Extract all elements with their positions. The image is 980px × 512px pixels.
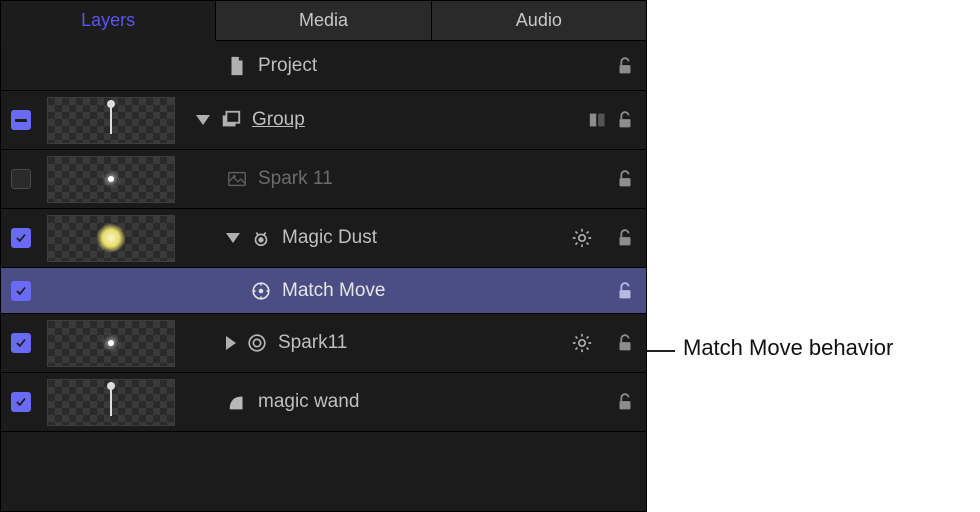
layer-thumbnail	[47, 156, 175, 203]
layer-row-magic-dust[interactable]: Magic Dust	[1, 209, 646, 268]
layer-label: Magic Dust	[282, 227, 377, 249]
layer-row-spark11-disabled[interactable]: Spark 11	[1, 150, 646, 209]
layer-thumbnail	[47, 215, 175, 262]
annotation-area: Match Move behavior	[647, 0, 980, 512]
layer-thumbnail	[47, 379, 175, 426]
disclosure-triangle-down[interactable]	[196, 115, 210, 125]
layer-list: Project Group	[1, 41, 646, 511]
callout-label: Match Move behavior	[683, 335, 893, 361]
gear-icon[interactable]	[571, 332, 593, 354]
behavior-label: Match Move	[282, 280, 385, 302]
enable-checkbox-on[interactable]	[11, 228, 31, 248]
enable-checkbox-on[interactable]	[11, 281, 31, 301]
unlock-icon[interactable]	[614, 109, 636, 131]
layer-row-magic-wand[interactable]: magic wand	[1, 373, 646, 432]
layer-label: Spark 11	[258, 168, 333, 190]
group-icon	[220, 109, 242, 131]
layer-row-group[interactable]: Group	[1, 91, 646, 150]
project-label: Project	[258, 55, 317, 77]
emitter-icon	[250, 227, 272, 249]
layers-panel: Layers Media Audio Project	[0, 0, 647, 512]
layer-thumbnail	[47, 320, 175, 367]
layer-thumbnail	[47, 97, 175, 144]
panel-tabs: Layers Media Audio	[1, 1, 646, 41]
disclosure-triangle-right[interactable]	[226, 336, 236, 350]
disclosure-triangle-down[interactable]	[226, 233, 240, 243]
shape-icon	[226, 391, 248, 413]
enable-checkbox-on[interactable]	[11, 392, 31, 412]
tab-layers[interactable]: Layers	[1, 1, 216, 41]
unlock-icon[interactable]	[614, 332, 636, 354]
unlock-icon[interactable]	[614, 168, 636, 190]
flatten-icon[interactable]	[588, 109, 610, 131]
layer-label: Spark11	[278, 332, 347, 354]
layer-row-spark11[interactable]: Spark11	[1, 314, 646, 373]
tab-audio[interactable]: Audio	[432, 1, 646, 41]
particle-cell-icon	[246, 332, 268, 354]
callout-leader-line	[647, 350, 675, 352]
enable-checkbox-off[interactable]	[11, 169, 31, 189]
layer-label: magic wand	[258, 391, 359, 413]
layer-row-project[interactable]: Project	[1, 41, 646, 91]
layer-row-match-move[interactable]: Match Move	[1, 268, 646, 314]
unlock-icon[interactable]	[614, 391, 636, 413]
enable-checkbox-mixed[interactable]	[11, 110, 31, 130]
unlock-icon[interactable]	[614, 227, 636, 249]
image-icon	[226, 168, 248, 190]
unlock-icon[interactable]	[614, 280, 636, 302]
tab-media[interactable]: Media	[216, 1, 431, 41]
gear-icon[interactable]	[571, 227, 593, 249]
document-icon	[226, 55, 248, 77]
enable-checkbox-on[interactable]	[11, 333, 31, 353]
unlock-icon[interactable]	[614, 55, 636, 77]
group-label[interactable]: Group	[252, 109, 305, 131]
behavior-gear-icon	[250, 280, 272, 302]
